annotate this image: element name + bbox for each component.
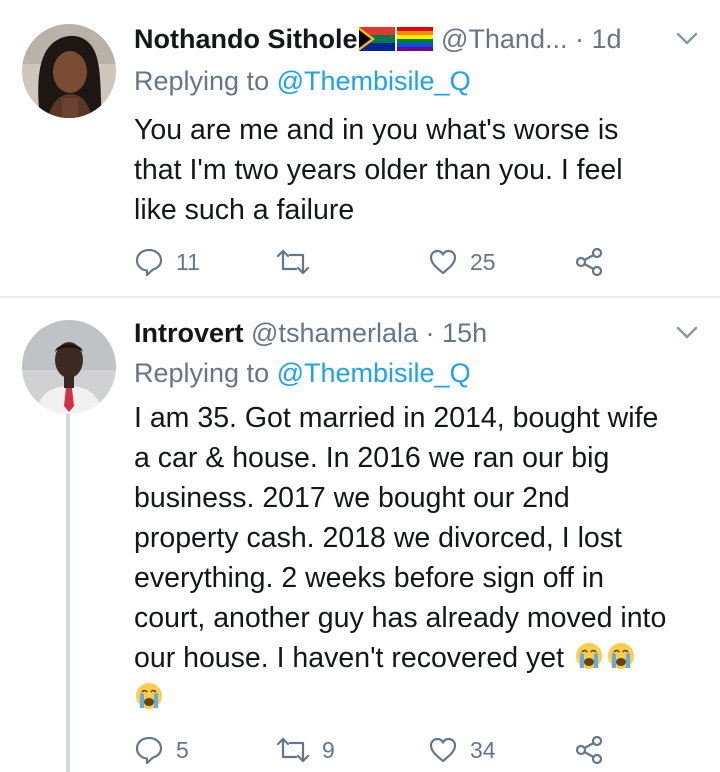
tweet-2[interactable]: Introvert @tshamerlala · 15h Replying to… (0, 298, 720, 772)
reply-count: 11 (176, 248, 200, 275)
tweet-text-line: that I'm two years older than you. I fee… (134, 154, 623, 186)
handle[interactable]: @tshamerlala (251, 318, 418, 348)
tweet-1[interactable]: Nothando Sithole @Thand... · 1d Replying… (0, 0, 720, 296)
share-button[interactable] (574, 732, 604, 768)
tweet-text-line: a car & house. In 2016 we ran our big (134, 442, 610, 474)
share-icon (574, 247, 604, 277)
display-name[interactable]: Nothando Sithole (134, 24, 357, 54)
like-button[interactable]: 34 (428, 732, 496, 768)
handle[interactable]: @Thand... (441, 24, 567, 54)
like-button[interactable]: 25 (428, 244, 496, 280)
tweet-text-line: our house. I haven't recovered yet (134, 638, 704, 678)
rainbow-flag-icon (397, 27, 434, 58)
tweet-actions: 11 25 (134, 244, 614, 280)
share-icon (574, 735, 604, 765)
tweet-text-line: business. 2017 we bought our 2nd (134, 482, 570, 514)
mention-link[interactable]: @Thembisile_Q (277, 358, 471, 388)
like-count: 25 (470, 248, 496, 275)
retweet-button[interactable]: 9 (276, 732, 335, 768)
tweet-header: Introvert @tshamerlala · 15h (134, 318, 700, 358)
crying-face-icon (606, 641, 636, 671)
tweet-actions: 5 9 34 (134, 732, 614, 768)
reply-icon (134, 247, 164, 277)
mention-link[interactable]: @Thembisile_Q (277, 66, 471, 96)
tweet-text-line: like such a failure (134, 194, 355, 226)
heart-icon (428, 248, 458, 276)
retweet-icon (276, 735, 310, 765)
timestamp[interactable]: 1d (592, 24, 622, 54)
tweet-header: Nothando Sithole @Thand... · 1d (134, 24, 700, 64)
like-count: 34 (470, 736, 496, 763)
reply-count: 5 (176, 736, 189, 763)
tweet-text-line: court, another guy has already moved int… (134, 602, 667, 634)
replying-prefix: Replying to (134, 358, 270, 388)
avatar[interactable] (22, 24, 116, 118)
tweet-text-line (134, 678, 704, 718)
crying-face-icon (134, 681, 164, 711)
display-name[interactable]: Introvert (134, 318, 244, 348)
separator: · (425, 318, 435, 348)
tweet-text-line: property cash. 2018 we divorced, I lost (134, 522, 622, 554)
reply-button[interactable]: 5 (134, 732, 189, 768)
avatar[interactable] (22, 320, 116, 414)
replying-prefix: Replying to (134, 66, 270, 96)
tweet-text-segment: our house. I haven't recovered yet (134, 642, 565, 674)
retweet-count: 9 (322, 736, 335, 763)
timestamp[interactable]: 15h (442, 318, 487, 348)
reply-icon (134, 735, 164, 765)
reply-button[interactable]: 11 (134, 244, 200, 280)
tweet-text-line: You are me and in you what's worse is (134, 114, 619, 146)
crying-face-icon (574, 641, 604, 671)
share-button[interactable] (574, 244, 604, 280)
tweet-text-line: I am 35. Got married in 2014, bought wif… (134, 402, 659, 434)
replying-to: Replying to @Thembisile_Q (134, 358, 471, 389)
retweet-icon (276, 247, 310, 277)
replying-to: Replying to @Thembisile_Q (134, 66, 471, 97)
separator: · (575, 24, 584, 54)
tweet-text: You are me and in you what's worse is th… (134, 110, 704, 230)
south-africa-flag-icon (359, 27, 396, 58)
chevron-down-icon[interactable] (676, 326, 698, 340)
retweet-button[interactable] (276, 244, 322, 280)
tweet-text: I am 35. Got married in 2014, bought wif… (134, 398, 704, 718)
heart-icon (428, 736, 458, 764)
chevron-down-icon[interactable] (676, 32, 698, 46)
tweet-text-line: everything. 2 weeks before sign off in (134, 562, 604, 594)
